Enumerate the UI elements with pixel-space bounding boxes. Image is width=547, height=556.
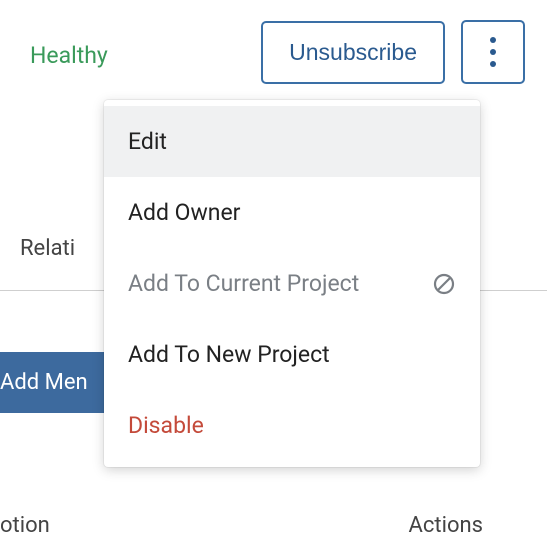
menu-item-disable[interactable]: Disable [104,390,480,461]
menu-item-add-to-current-project: Add To Current Project [104,248,480,319]
top-actions: Unsubscribe [261,20,525,84]
menu-item-label: Add Owner [128,199,240,226]
menu-item-add-to-new-project[interactable]: Add To New Project [104,319,480,390]
column-header-actions: Actions [409,513,483,538]
menu-item-edit[interactable]: Edit [104,106,480,177]
unsubscribe-button[interactable]: Unsubscribe [261,21,445,84]
menu-item-label: Add To Current Project [128,270,359,297]
menu-item-add-owner[interactable]: Add Owner [104,177,480,248]
actions-dropdown: Edit Add Owner Add To Current Project Ad… [104,100,480,467]
tab-relations-partial[interactable]: Relati [0,236,75,261]
menu-item-label: Disable [128,412,204,439]
more-actions-button[interactable] [461,20,525,84]
column-header-partial-a: otion [0,513,50,538]
not-allowed-icon [432,272,456,296]
menu-item-label: Add To New Project [128,341,330,368]
status-healthy: Healthy [30,42,108,69]
kebab-icon [490,37,496,67]
menu-item-label: Edit [128,128,167,155]
add-member-button-partial[interactable]: Add Men [0,352,110,413]
